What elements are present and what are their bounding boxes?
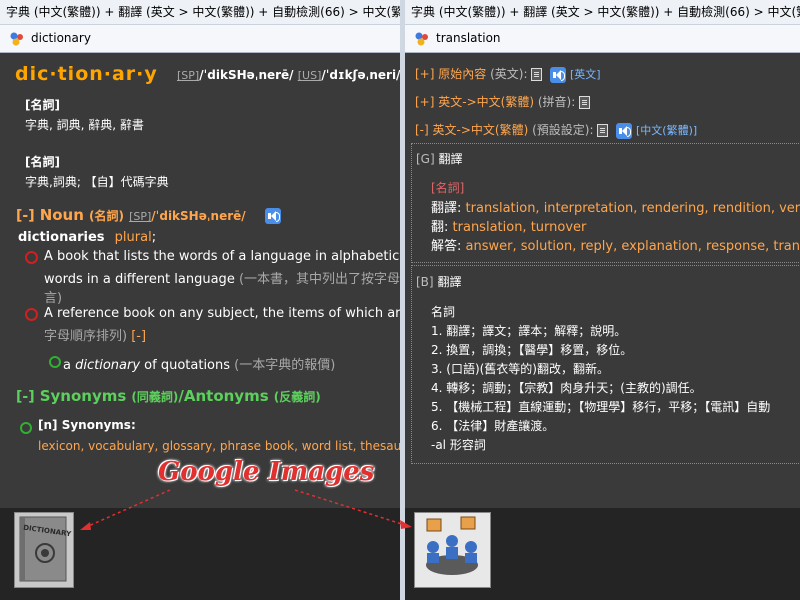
annotation-arrows xyxy=(80,489,412,530)
google-images-annotation: Google Images xyxy=(158,457,375,487)
